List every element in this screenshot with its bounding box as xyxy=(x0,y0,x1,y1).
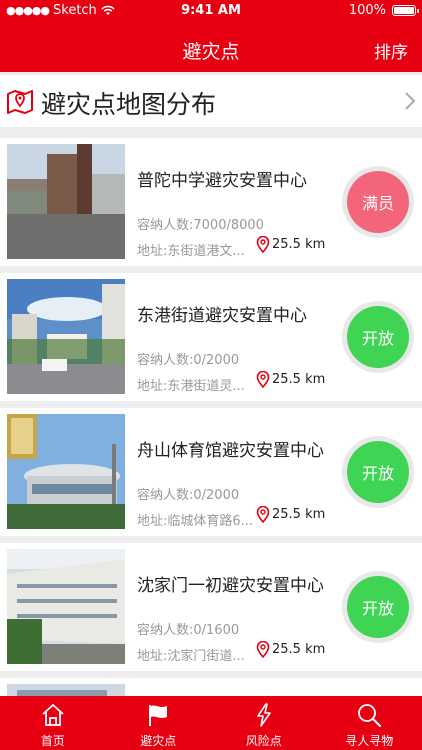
home-icon xyxy=(42,704,64,726)
shelter-name: 沈家门一初避灾安置中心 xyxy=(137,576,324,596)
tab-find-people[interactable]: 寻人寻物 xyxy=(317,696,422,750)
map-distribution-label: 避灾点地图分布 xyxy=(41,90,217,119)
status-badge: 开放 xyxy=(342,436,414,508)
status-badge: 开放 xyxy=(342,301,414,373)
tab-shelters[interactable]: 避灾点 xyxy=(106,696,212,750)
chevron-right-icon xyxy=(405,92,416,110)
status-label: 开放 xyxy=(347,576,409,638)
tab-bar: 首页 避灾点 风险点 寻人寻物 xyxy=(0,696,422,750)
shelter-address: 地址:东街道港文... xyxy=(137,244,245,259)
status-bar: ●●●●● Sketch 9:41 AM 100% xyxy=(0,0,422,22)
shelter-card[interactable]: 舟山体育馆避灾安置中心 容纳人数:0/2000 地址:临城体育路6... 25.… xyxy=(0,408,422,536)
shelter-address: 地址:东港街道灵... xyxy=(137,379,245,394)
tab-label: 风险点 xyxy=(245,734,282,748)
battery-info: 100% xyxy=(348,3,419,18)
shelter-name: 东港街道避灾安置中心 xyxy=(137,306,307,326)
shelter-name: 舟山体育馆避灾安置中心 xyxy=(137,441,324,461)
shelter-photo xyxy=(7,549,125,664)
shelter-name: 普陀中学避灾安置中心 xyxy=(137,171,307,191)
tab-label: 首页 xyxy=(40,734,65,748)
battery-icon xyxy=(392,5,419,16)
shelter-card[interactable]: 普陀中学避灾安置中心 容纳人数:7000/8000 地址:东街道港文... 25… xyxy=(0,138,422,266)
shelter-capacity: 容纳人数:0/1600 xyxy=(137,623,240,638)
distance-value: 25.5 km xyxy=(272,642,326,657)
shelter-capacity: 容纳人数:7000/8000 xyxy=(137,218,264,233)
sort-button[interactable]: 排序 xyxy=(374,38,408,63)
status-badge: 满员 xyxy=(342,166,414,238)
battery-percent: 100% xyxy=(348,3,386,18)
shelter-card[interactable]: 沈家门一初避灾安置中心 容纳人数:0/1600 地址:沈家门街道... 25.5… xyxy=(0,543,422,671)
tab-label: 寻人寻物 xyxy=(345,734,394,748)
shelter-distance: 25.5 km xyxy=(256,236,325,253)
tab-label: 避灾点 xyxy=(140,734,177,748)
search-icon xyxy=(358,704,382,727)
distance-value: 25.5 km xyxy=(272,237,326,252)
tab-home[interactable]: 首页 xyxy=(0,696,106,750)
shelter-address: 地址:临城体育路6... xyxy=(137,514,254,529)
distance-value: 25.5 km xyxy=(272,507,326,522)
status-label: 开放 xyxy=(347,306,409,368)
shelter-photo xyxy=(7,414,125,529)
lightning-icon xyxy=(256,703,271,727)
distance-value: 25.5 km xyxy=(272,372,326,387)
location-pin-icon xyxy=(256,506,270,523)
header: ●●●●● Sketch 9:41 AM 100% 避灾点 排序 xyxy=(0,0,422,72)
flag-icon xyxy=(149,705,168,726)
shelter-card[interactable]: 东港街道避灾安置中心 容纳人数:0/2000 地址:东港街道灵... 25.5 … xyxy=(0,273,422,401)
shelter-address: 地址:沈家门街道... xyxy=(137,649,245,664)
shelter-photo xyxy=(7,279,125,394)
shelter-capacity: 容纳人数:0/2000 xyxy=(137,353,240,368)
shelter-capacity: 容纳人数:0/2000 xyxy=(137,488,240,503)
shelter-distance: 25.5 km xyxy=(256,371,325,388)
page-title: 避灾点 xyxy=(182,41,240,63)
shelter-photo xyxy=(7,144,125,259)
map-pin-icon xyxy=(7,90,33,114)
status-badge: 开放 xyxy=(342,571,414,643)
location-pin-icon xyxy=(256,236,270,253)
shelter-distance: 25.5 km xyxy=(256,641,325,658)
map-distribution-link[interactable]: 避灾点地图分布 xyxy=(0,75,422,127)
shelter-distance: 25.5 km xyxy=(256,506,325,523)
location-pin-icon xyxy=(256,371,270,388)
status-label: 开放 xyxy=(347,441,409,503)
tab-risk-points[interactable]: 风险点 xyxy=(211,696,317,750)
status-label: 满员 xyxy=(347,171,409,233)
location-pin-icon xyxy=(256,641,270,658)
